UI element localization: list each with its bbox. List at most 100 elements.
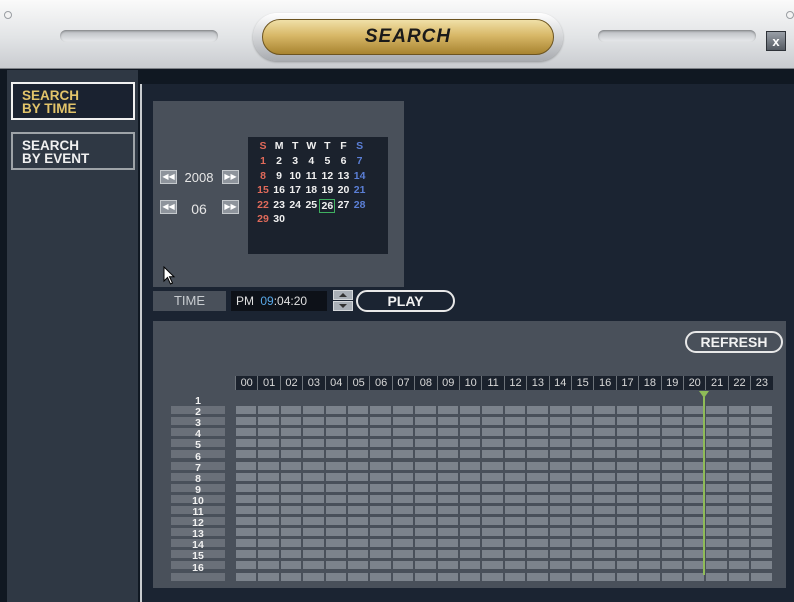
timeline-cell[interactable]	[594, 428, 615, 437]
timeline-cell[interactable]	[594, 539, 615, 548]
timeline-cell[interactable]	[482, 428, 503, 437]
timeline-cell[interactable]	[280, 461, 302, 470]
timeline-cell[interactable]	[728, 561, 750, 570]
timeline-cell[interactable]	[728, 539, 750, 548]
timeline-cell[interactable]	[527, 406, 548, 414]
timeline-cell[interactable]	[392, 528, 414, 537]
timeline-cell[interactable]	[437, 505, 458, 514]
timeline-cell[interactable]	[370, 517, 391, 525]
timeline-cell[interactable]	[616, 472, 638, 481]
timeline-cell[interactable]	[728, 472, 750, 481]
timeline-cell[interactable]	[549, 539, 570, 548]
timeline-cell[interactable]	[482, 417, 503, 426]
calendar-day[interactable]: 22	[255, 199, 271, 211]
timeline-cell[interactable]	[572, 539, 593, 548]
timeline-cell[interactable]	[258, 461, 279, 470]
timeline-cell[interactable]	[751, 472, 772, 481]
timeline-cell[interactable]	[527, 439, 548, 448]
year-prev-button[interactable]: ◀◀	[160, 170, 177, 184]
calendar-day[interactable]: 1	[255, 155, 271, 167]
timeline-cell[interactable]	[325, 550, 346, 559]
timeline-cell[interactable]	[572, 406, 593, 414]
timeline-cell[interactable]	[437, 472, 458, 481]
timeline-cell[interactable]	[415, 406, 436, 414]
timeline-cell[interactable]	[616, 517, 638, 525]
timeline-cell[interactable]	[549, 417, 570, 426]
timeline-cell[interactable]	[280, 517, 302, 525]
calendar-day[interactable]: 13	[336, 170, 352, 182]
timeline-cell[interactable]	[728, 428, 750, 437]
timeline-cell[interactable]	[325, 483, 346, 492]
timeline-cell[interactable]	[751, 450, 772, 459]
calendar-day[interactable]: 18	[303, 184, 319, 196]
timeline-cell[interactable]	[616, 539, 638, 548]
timeline-cell[interactable]	[706, 517, 727, 525]
timeline-cell[interactable]	[616, 505, 638, 514]
timeline-cell[interactable]	[594, 505, 615, 514]
timeline-cell[interactable]	[661, 561, 682, 570]
timeline-cell[interactable]	[258, 550, 279, 559]
timeline-cell[interactable]	[348, 461, 369, 470]
timeline-cell[interactable]	[527, 494, 548, 503]
timeline-cell[interactable]	[572, 494, 593, 503]
timeline-cell[interactable]	[482, 472, 503, 481]
timeline-cell[interactable]	[639, 517, 660, 525]
calendar-day[interactable]: 21	[352, 184, 368, 196]
timeline-cell[interactable]	[348, 450, 369, 459]
month-prev-button[interactable]: ◀◀	[160, 200, 177, 214]
timeline-cell[interactable]	[504, 450, 526, 459]
timeline-cell[interactable]	[303, 428, 324, 437]
timeline-cell[interactable]	[684, 572, 705, 581]
timeline-cell[interactable]	[280, 550, 302, 559]
timeline-cell[interactable]	[325, 406, 346, 414]
timeline-cell[interactable]	[437, 428, 458, 437]
timeline-cell[interactable]	[728, 450, 750, 459]
timeline-cell[interactable]	[639, 417, 660, 426]
timeline-cell[interactable]	[303, 561, 324, 570]
timeline-cell[interactable]	[236, 505, 257, 514]
timeline-cell[interactable]	[325, 539, 346, 548]
timeline-cell[interactable]	[751, 572, 772, 581]
timeline-cell[interactable]	[684, 528, 705, 537]
timeline-cell[interactable]	[594, 417, 615, 426]
timeline-cell[interactable]	[706, 561, 727, 570]
timeline-cell[interactable]	[348, 528, 369, 537]
timeline-cell[interactable]	[661, 550, 682, 559]
calendar-day[interactable]: 7	[352, 155, 368, 167]
timeline-cell[interactable]	[415, 483, 436, 492]
timeline-cell[interactable]	[236, 417, 257, 426]
timeline-cell[interactable]	[639, 505, 660, 514]
timeline-cell[interactable]	[751, 406, 772, 414]
calendar-day[interactable]: 10	[287, 170, 303, 182]
timeline-cell[interactable]	[303, 461, 324, 470]
timeline-cell[interactable]	[482, 505, 503, 514]
calendar-day[interactable]: 11	[303, 170, 319, 182]
timeline-cell[interactable]	[594, 439, 615, 448]
timeline-cell[interactable]	[325, 428, 346, 437]
timeline-cell[interactable]	[616, 494, 638, 503]
timeline-cell[interactable]	[370, 539, 391, 548]
calendar-day[interactable]: 29	[255, 213, 271, 225]
timeline-cell[interactable]	[392, 517, 414, 525]
timeline-cell[interactable]	[728, 494, 750, 503]
timeline-cell[interactable]	[415, 417, 436, 426]
timeline-cell[interactable]	[639, 561, 660, 570]
timeline-cell[interactable]	[415, 517, 436, 525]
timeline-cell[interactable]	[482, 406, 503, 414]
timeline-cell[interactable]	[639, 428, 660, 437]
timeline-cell[interactable]	[348, 406, 369, 414]
timeline-cell[interactable]	[661, 406, 682, 414]
timeline-cell[interactable]	[527, 428, 548, 437]
timeline-cell[interactable]	[303, 494, 324, 503]
month-next-button[interactable]: ▶▶	[222, 200, 239, 214]
timeline-cell[interactable]	[684, 439, 705, 448]
timeline-cell[interactable]	[415, 539, 436, 548]
timeline-cell[interactable]	[236, 406, 257, 414]
calendar-day[interactable]: 8	[255, 170, 271, 182]
timeline-cell[interactable]	[504, 428, 526, 437]
timeline-cell[interactable]	[460, 417, 481, 426]
timeline-cell[interactable]	[728, 517, 750, 525]
timeline-cell[interactable]	[572, 561, 593, 570]
timeline-cell[interactable]	[392, 550, 414, 559]
timeline-cell[interactable]	[325, 505, 346, 514]
